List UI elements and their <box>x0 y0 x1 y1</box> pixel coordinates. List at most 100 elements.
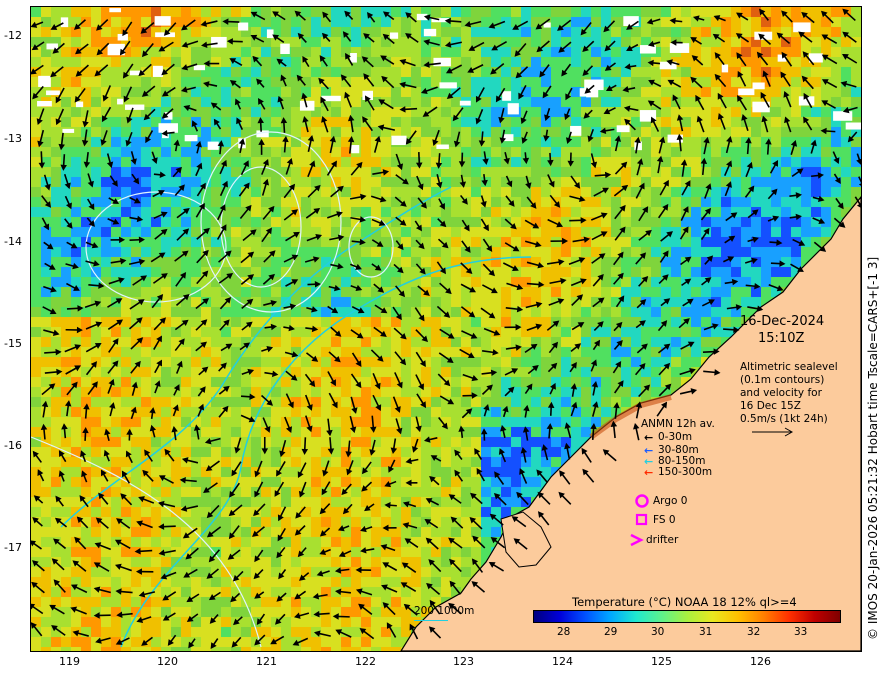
sst-cell <box>561 337 571 347</box>
sst-cell <box>241 97 251 107</box>
sst-cell <box>151 537 161 547</box>
sst-cell <box>201 27 211 37</box>
sst-cell <box>361 407 371 417</box>
sst-cell <box>691 207 701 217</box>
sst-cell <box>231 307 241 317</box>
sst-cell <box>591 17 601 27</box>
sst-cell <box>681 287 691 297</box>
sst-cell <box>851 97 861 107</box>
sst-cell <box>91 397 101 407</box>
sst-cell <box>731 167 741 177</box>
sst-cell <box>781 267 791 277</box>
sst-cell <box>681 247 691 257</box>
sst-cell <box>651 377 661 387</box>
sst-cell <box>531 137 541 147</box>
sst-cell <box>171 217 181 227</box>
sst-cell <box>471 147 481 157</box>
sst-cell <box>331 517 341 527</box>
sst-cell <box>461 167 471 177</box>
sst-cell <box>561 197 571 207</box>
sst-cell <box>151 507 161 517</box>
sst-cell <box>531 267 541 277</box>
sst-cell <box>651 267 661 277</box>
sst-cell <box>211 377 221 387</box>
sst-cell <box>61 287 71 297</box>
sst-cell <box>781 137 791 147</box>
sst-cell <box>761 247 771 257</box>
sst-cell <box>331 547 341 557</box>
sst-cell <box>111 527 121 537</box>
sst-cell <box>481 207 491 217</box>
sst-cell <box>151 97 161 107</box>
sst-cell <box>731 177 741 187</box>
sst-cell <box>541 267 551 277</box>
sst-cell <box>311 167 321 177</box>
sst-cell <box>401 317 411 327</box>
sst-cell <box>61 437 71 447</box>
sst-cell <box>71 197 81 207</box>
sst-cell <box>231 457 241 467</box>
sst-cell <box>441 47 451 57</box>
sst-cell <box>181 347 191 357</box>
sst-cell <box>501 7 511 17</box>
sst-cell <box>51 177 61 187</box>
sst-cell <box>491 357 501 367</box>
sst-cell <box>101 597 111 607</box>
sst-cell <box>181 157 191 167</box>
sst-cell <box>791 87 801 97</box>
sst-cell <box>541 97 551 107</box>
sst-cell <box>281 27 291 37</box>
sst-cell <box>461 547 471 557</box>
sst-cell <box>311 7 321 17</box>
sst-cell <box>811 27 821 37</box>
sst-cell <box>691 217 701 227</box>
sst-cell <box>31 417 41 427</box>
sst-cell <box>271 67 281 77</box>
sst-cell <box>791 217 801 227</box>
sst-cell <box>141 407 151 417</box>
sst-cell <box>111 457 121 467</box>
sst-cell <box>311 297 321 307</box>
sst-cell <box>411 247 421 257</box>
sst-cell <box>741 27 751 37</box>
sst-cell <box>221 67 231 77</box>
sst-cell <box>411 467 421 477</box>
sst-cell <box>291 477 301 487</box>
sst-cell <box>301 287 311 297</box>
sst-cell <box>351 67 361 77</box>
sst-cell <box>301 227 311 237</box>
sst-cell <box>171 467 181 477</box>
sst-cell <box>591 177 601 187</box>
sst-cell <box>241 597 251 607</box>
sst-cell <box>511 497 521 507</box>
sst-cell <box>331 217 341 227</box>
sst-cell <box>251 147 261 157</box>
sst-cell <box>481 457 491 467</box>
sst-cell <box>461 507 471 517</box>
sst-cell <box>321 387 331 397</box>
sst-cell <box>251 367 261 377</box>
sst-cell <box>781 147 791 157</box>
sst-cell <box>581 427 591 437</box>
sst-cell <box>341 137 351 147</box>
sst-cell <box>851 67 861 77</box>
sst-cell <box>501 197 511 207</box>
sst-cell <box>541 217 551 227</box>
sst-cell <box>461 47 471 57</box>
sst-cell <box>581 347 591 357</box>
sst-cell <box>531 77 541 87</box>
sst-cell <box>801 187 811 197</box>
sst-cell <box>211 427 221 437</box>
sst-cell <box>361 147 371 157</box>
sst-cell <box>61 577 71 587</box>
sst-cell <box>231 377 241 387</box>
sst-cell <box>641 7 651 17</box>
sst-cell <box>51 397 61 407</box>
sst-cell <box>461 537 471 547</box>
sst-cell <box>241 107 251 117</box>
sst-cell <box>111 547 121 557</box>
sst-cell <box>31 337 41 347</box>
sst-cell <box>481 357 491 367</box>
sst-cell <box>181 387 191 397</box>
sst-cell <box>421 77 431 87</box>
